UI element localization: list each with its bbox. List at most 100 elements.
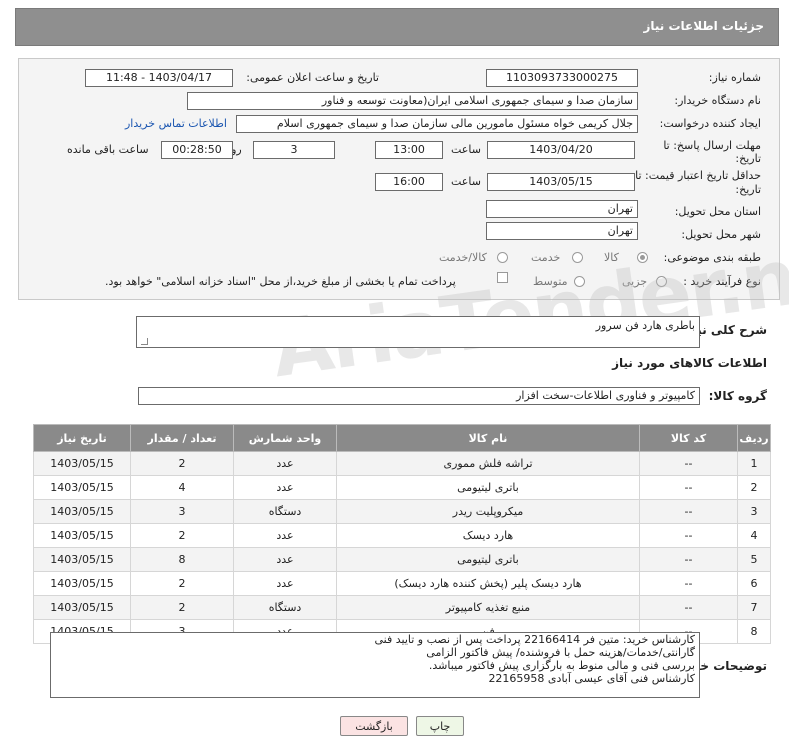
item-date: 1403/05/15 — [33, 499, 131, 524]
category-both-radio[interactable] — [497, 252, 508, 263]
item-date: 1403/05/15 — [33, 547, 131, 572]
goods-group-label: گروه کالا: — [708, 389, 767, 403]
treasury-payment-checkbox[interactable] — [497, 272, 508, 283]
col-code-header: کد کالا — [639, 424, 738, 452]
item-qty: 2 — [130, 571, 234, 596]
validity-date-field[interactable]: 1403/05/15 — [487, 173, 635, 191]
item-name: تراشه فلش مموری — [336, 451, 640, 476]
item-qty: 2 — [130, 595, 234, 620]
print-button[interactable]: چاپ — [416, 716, 464, 736]
table-row[interactable]: 6 -- هارد دیسک پلیر (پخش کننده هارد دیسک… — [33, 571, 771, 596]
item-unit: عدد — [233, 475, 337, 500]
buyer-notes-line: گارانتی/خدمات/هزینه حمل با فروشنده/ پیش … — [426, 646, 695, 659]
buyer-org-field[interactable]: سازمان صدا و سیمای جمهوری اسلامی ایران(م… — [187, 92, 638, 110]
validity-label-2: تاریخ: — [735, 183, 761, 196]
item-date: 1403/05/15 — [33, 523, 131, 548]
creator-label: ایجاد کننده درخواست: — [659, 117, 761, 130]
description-field[interactable]: باطری هارد فن سرور — [136, 316, 700, 348]
reply-date-field[interactable]: 1403/04/20 — [487, 141, 635, 159]
province-field[interactable]: تهران — [486, 200, 638, 218]
need-info-panel: شماره نیاز: 1103093733000275 تاریخ و ساع… — [18, 58, 780, 300]
item-code: -- — [639, 547, 738, 572]
item-unit: عدد — [233, 547, 337, 572]
col-name-header: نام کالا — [336, 424, 640, 452]
buyer-notes-field[interactable]: کارشناس خرید: متین فر 22166414 پرداخت پس… — [50, 632, 700, 698]
item-name: باتری لیتیومی — [336, 475, 640, 500]
need-number-field[interactable]: 1103093733000275 — [486, 69, 638, 87]
category-label: طبقه بندی موضوعی: — [663, 251, 761, 264]
category-service-radio[interactable] — [572, 252, 583, 263]
remaining-time-field[interactable]: 00:28:50 — [161, 141, 233, 159]
announce-label: تاریخ و ساعت اعلان عمومی: — [246, 71, 379, 84]
buyer-org-label: نام دستگاه خریدار: — [674, 94, 761, 107]
item-qty: 8 — [130, 547, 234, 572]
col-row-header: ردیف — [737, 424, 771, 452]
table-row[interactable]: 4 -- هارد دیسک عدد 2 1403/05/15 — [33, 523, 771, 548]
category-goods-radio[interactable] — [637, 252, 648, 263]
row-number: 1 — [737, 451, 771, 476]
reply-time-field[interactable]: 13:00 — [375, 141, 443, 159]
item-date: 1403/05/15 — [33, 595, 131, 620]
item-code: -- — [639, 595, 738, 620]
row-number: 6 — [737, 571, 771, 596]
page-header: جزئیات اطلاعات نیاز — [15, 8, 779, 46]
item-code: -- — [639, 571, 738, 596]
reply-deadline-label-2: تاریخ: — [735, 152, 761, 165]
item-unit: دستگاه — [233, 595, 337, 620]
item-name: منبع تغذیه کامپیوتر — [336, 595, 640, 620]
item-qty: 2 — [130, 451, 234, 476]
process-label: نوع فرآیند خرید : — [683, 275, 761, 288]
item-date: 1403/05/15 — [33, 451, 131, 476]
row-number: 4 — [737, 523, 771, 548]
goods-group-field[interactable]: کامپیوتر و فناوری اطلاعات-سخت افزار — [138, 387, 700, 405]
item-code: -- — [639, 523, 738, 548]
category-service-label: خدمت — [531, 251, 561, 264]
province-label: استان محل تحویل: — [674, 205, 761, 218]
back-button[interactable]: بازگشت — [340, 716, 408, 736]
page-title: جزئیات اطلاعات نیاز — [643, 19, 764, 33]
table-row[interactable]: 5 -- باتری لیتیومی عدد 8 1403/05/15 — [33, 547, 771, 572]
col-date-header: تاریخ نیاز — [33, 424, 131, 452]
days-field[interactable]: 3 — [253, 141, 335, 159]
item-name: هارد دیسک — [336, 523, 640, 548]
table-row[interactable]: 7 -- منبع تغذیه کامپیوتر دستگاه 2 1403/0… — [33, 595, 771, 620]
validity-time-field[interactable]: 16:00 — [375, 173, 443, 191]
item-qty: 2 — [130, 523, 234, 548]
row-number: 8 — [737, 619, 771, 644]
row-number: 3 — [737, 499, 771, 524]
process-minor-radio[interactable] — [656, 276, 667, 287]
process-medium-radio[interactable] — [574, 276, 585, 287]
item-code: -- — [639, 475, 738, 500]
row-number: 7 — [737, 595, 771, 620]
reply-deadline-label: مهلت ارسال پاسخ: تا — [663, 139, 761, 152]
item-code: -- — [639, 451, 738, 476]
validity-time-label: ساعت — [451, 175, 481, 188]
table-row[interactable]: 1 -- تراشه فلش مموری عدد 2 1403/05/15 — [33, 451, 771, 476]
item-unit: دستگاه — [233, 499, 337, 524]
category-goods-label: کالا — [604, 251, 619, 264]
need-number-label: شماره نیاز: — [708, 71, 761, 84]
table-row[interactable]: 3 -- میکروپلیت ریدر دستگاه 3 1403/05/15 — [33, 499, 771, 524]
creator-field[interactable]: جلال کریمی خواه مسئول مامورین مالی سازما… — [236, 115, 638, 133]
process-medium-label: متوسط — [533, 275, 568, 288]
table-header-row: ردیف کد کالا نام کالا واحد شمارش تعداد /… — [33, 424, 771, 452]
col-qty-header: تعداد / مقدار — [130, 424, 234, 452]
announce-field[interactable]: 1403/04/17 - 11:48 — [85, 69, 233, 87]
item-name: هارد دیسک پلیر (پخش کننده هارد دیسک) — [336, 571, 640, 596]
item-name: میکروپلیت ریدر — [336, 499, 640, 524]
item-qty: 4 — [130, 475, 234, 500]
remaining-label: ساعت باقی مانده — [67, 143, 149, 156]
contact-info-link[interactable]: اطلاعات تماس خریدار — [125, 117, 227, 130]
process-minor-label: جزیی — [622, 275, 648, 288]
goods-section-title: اطلاعات کالاهای مورد نیاز — [612, 356, 767, 370]
city-field[interactable]: تهران — [486, 222, 638, 240]
item-date: 1403/05/15 — [33, 475, 131, 500]
row-number: 2 — [737, 475, 771, 500]
description-resize-handle[interactable] — [141, 338, 148, 345]
treasury-payment-note: پرداخت تمام یا بخشی از مبلغ خرید،از محل … — [105, 275, 456, 288]
item-date: 1403/05/15 — [33, 571, 131, 596]
col-unit-header: واحد شمارش — [233, 424, 337, 452]
buyer-notes-line: کارشناس خرید: متین فر 22166414 پرداخت پس… — [374, 633, 695, 646]
item-name: باتری لیتیومی — [336, 547, 640, 572]
table-row[interactable]: 2 -- باتری لیتیومی عدد 4 1403/05/15 — [33, 475, 771, 500]
